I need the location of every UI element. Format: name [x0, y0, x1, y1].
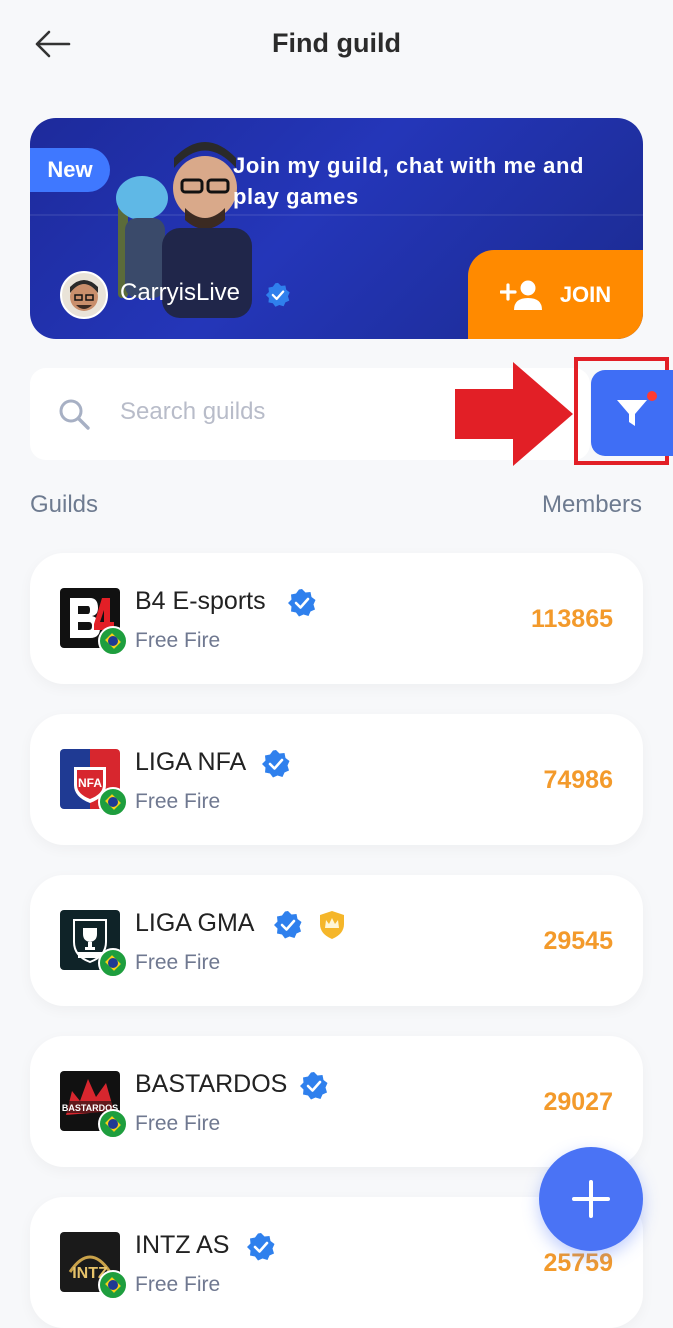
banner-message: Join my guild, chat with me and play gam…: [233, 153, 585, 209]
verified-icon: [300, 1072, 328, 1100]
guild-name: LIGA NFA: [135, 748, 247, 776]
guild-game: Free Fire: [135, 629, 221, 652]
search-icon: [59, 399, 90, 430]
member-count: 29027: [543, 1088, 613, 1116]
plus-icon: [572, 1180, 610, 1218]
search-placeholder: Search guilds: [120, 398, 266, 425]
red-arrow-annotation: [455, 362, 573, 466]
verified-icon: [274, 911, 302, 939]
member-count: 113865: [530, 605, 613, 633]
verified-icon: [288, 589, 316, 617]
guild-game: Free Fire: [135, 1112, 221, 1135]
member-count: 29545: [543, 927, 613, 955]
column-header-members: Members: [541, 491, 642, 518]
creator-avatar: [60, 271, 108, 319]
join-label: JOIN: [559, 281, 612, 307]
verified-icon: [262, 750, 290, 778]
brazil-flag-icon: [98, 1109, 128, 1139]
guild-name: INTZ AS: [135, 1231, 230, 1259]
filter-notification-dot: [647, 391, 657, 401]
filter-icon: [617, 400, 647, 426]
creator-name: CarryisLive: [120, 279, 241, 306]
brazil-flag-icon: [98, 948, 128, 978]
promo-banner[interactable]: New Join my guild, chat with me and play…: [30, 118, 643, 339]
svg-text:NFA: NFA: [78, 776, 102, 790]
guild-card[interactable]: B4 E-sports Free Fire 113865: [30, 553, 643, 684]
add-user-icon: [499, 280, 542, 310]
filter-button[interactable]: [591, 370, 673, 456]
guild-name: B4 E-sports: [135, 587, 266, 615]
guild-name: LIGA GMA: [135, 909, 255, 937]
verified-icon: [265, 282, 290, 307]
brazil-flag-icon: [98, 626, 128, 656]
brazil-flag-icon: [98, 787, 128, 817]
guild-card[interactable]: NFA LIGA NFA Free Fire 74986: [30, 714, 643, 845]
crown-shield-icon: [320, 911, 344, 939]
member-count: 25759: [543, 1249, 613, 1277]
page-title: Find guild: [272, 28, 401, 58]
create-guild-button[interactable]: [539, 1147, 643, 1251]
guild-game: Free Fire: [135, 951, 221, 974]
guild-card[interactable]: LIGA GMA Free Fire 29545: [30, 875, 643, 1006]
guild-name: BASTARDOS: [135, 1070, 288, 1098]
member-count: 74986: [543, 766, 613, 794]
guild-game: Free Fire: [135, 1273, 221, 1296]
brazil-flag-icon: [98, 1270, 128, 1300]
top-bar: Find guild: [0, 0, 673, 90]
column-header-guilds: Guilds: [30, 491, 99, 518]
new-badge: New: [30, 148, 110, 192]
verified-icon: [247, 1233, 275, 1261]
guild-game: Free Fire: [135, 790, 221, 813]
join-button[interactable]: JOIN: [468, 250, 643, 339]
guild-card[interactable]: BASTARDOS BASTARDOS Free Fire 29027: [30, 1036, 643, 1167]
